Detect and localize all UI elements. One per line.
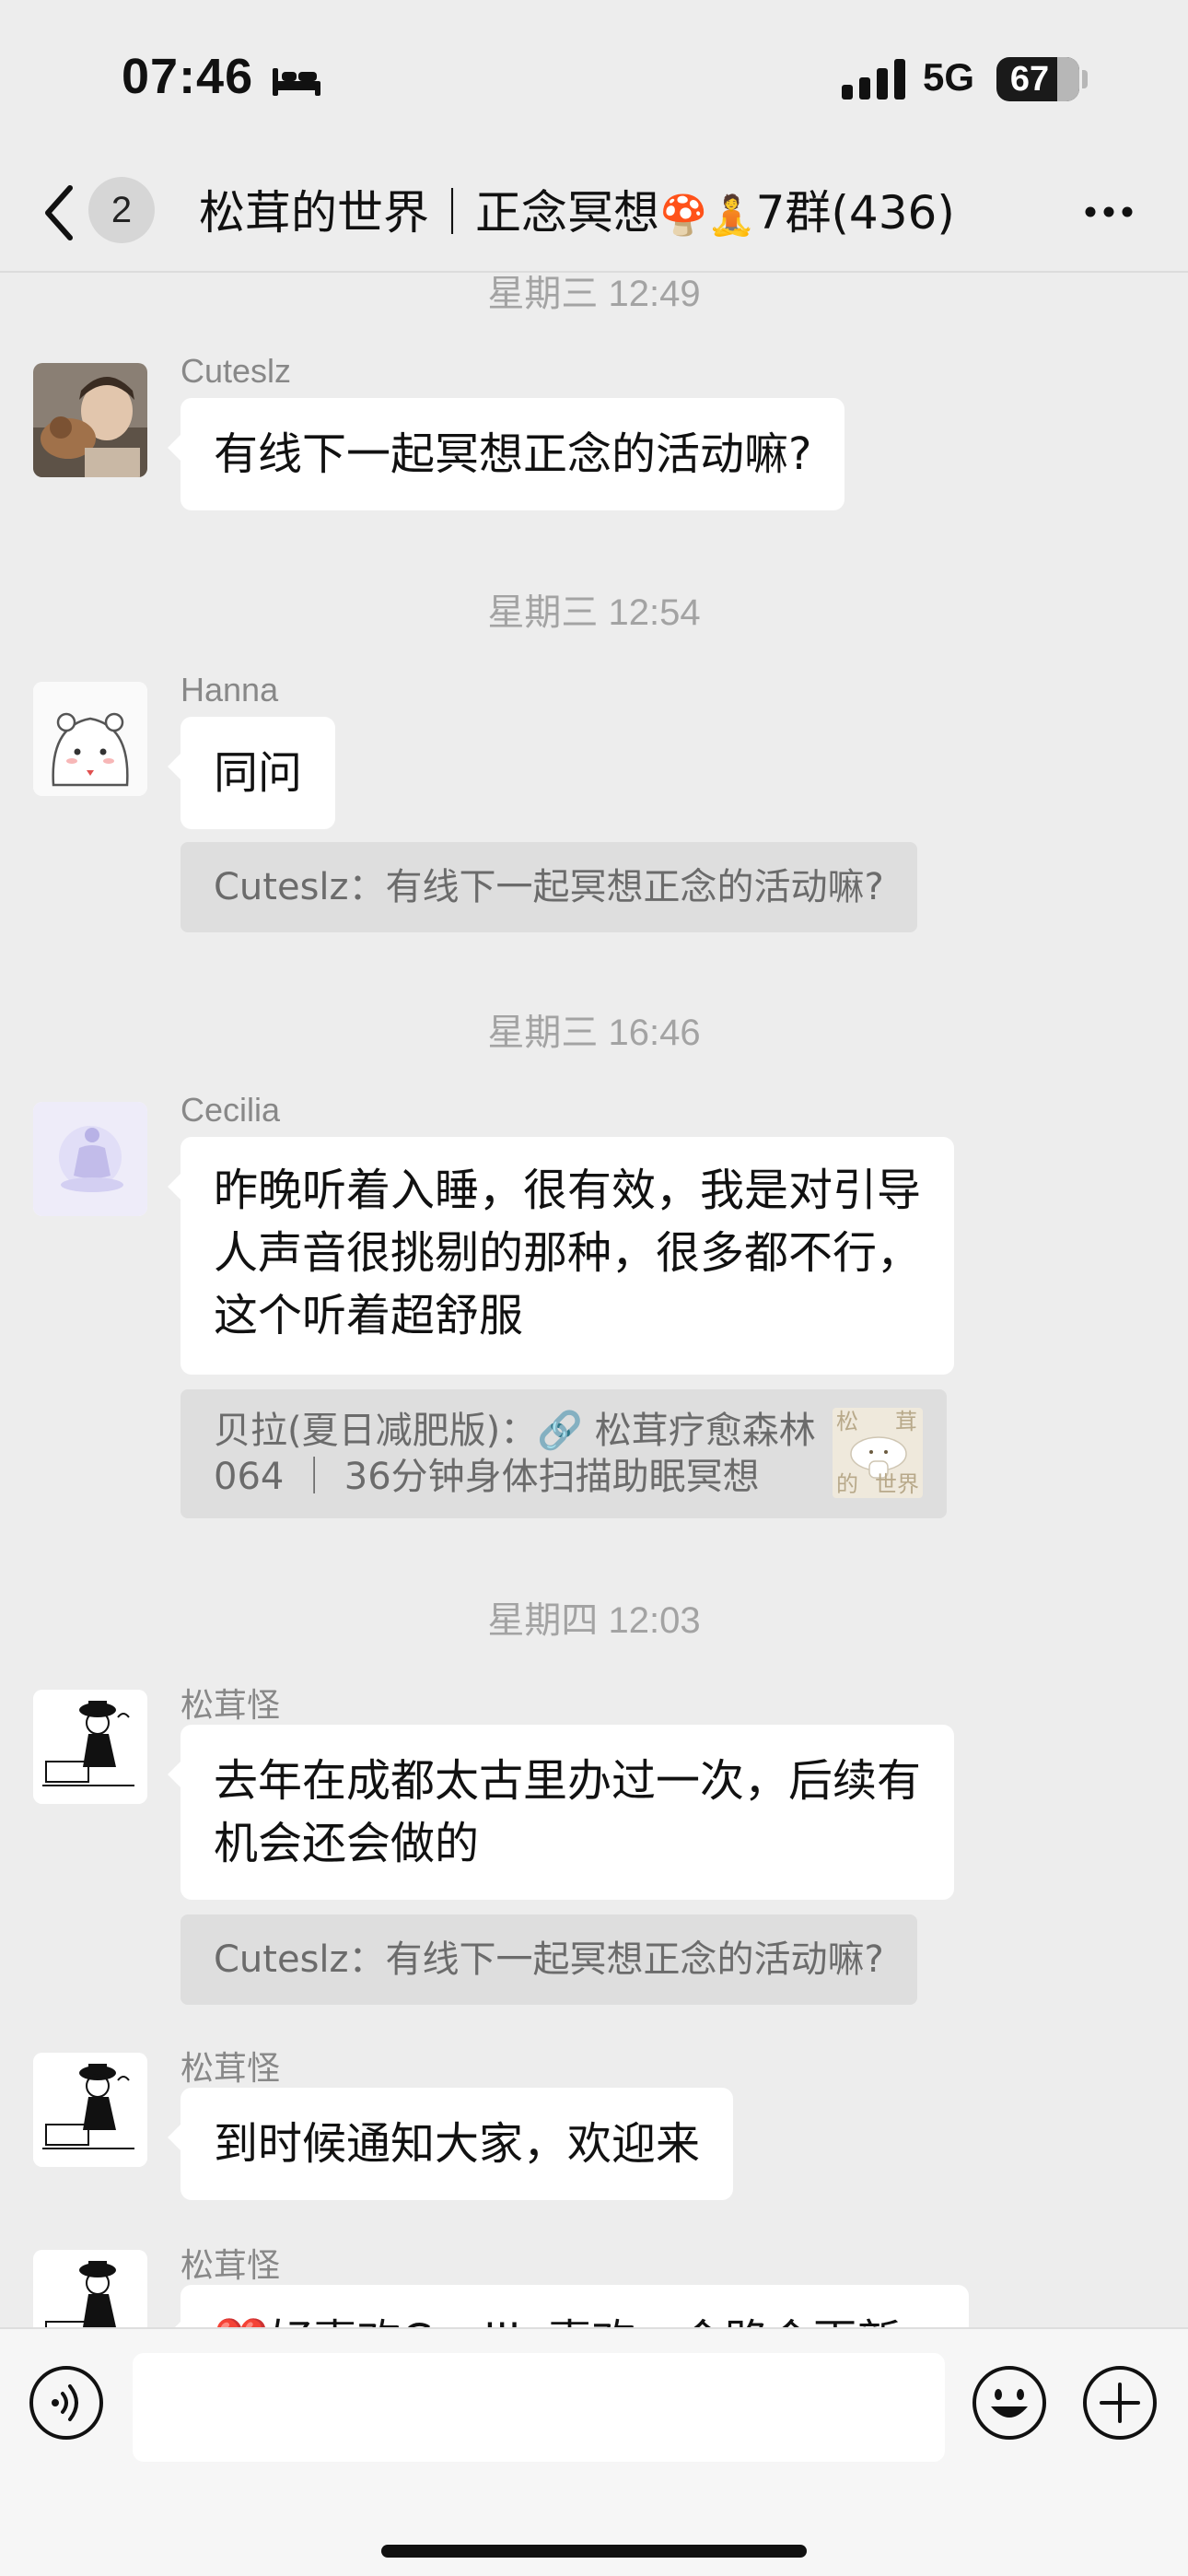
- message-bubble[interactable]: 同问: [167, 717, 336, 829]
- avatar[interactable]: [33, 1102, 147, 1216]
- message-text: 到时候通知大家，欢迎来: [214, 2118, 701, 2170]
- sender-name: Cecilia: [181, 1091, 281, 1129]
- avatar[interactable]: [33, 2053, 147, 2167]
- unread-count-badge[interactable]: 2: [88, 177, 155, 243]
- battery-level: 67: [1009, 59, 1050, 99]
- sender-name: 松茸怪: [181, 1686, 281, 1724]
- battery-tip: [1082, 70, 1088, 88]
- quoted-message[interactable]: 贝拉(夏日减肥版)：🔗 松茸疗愈森林 064 ｜ 36分钟身体扫描助眠冥想 松 …: [181, 1389, 947, 1518]
- home-indicator[interactable]: [381, 2545, 807, 2558]
- chat-title-count: 7群(436): [755, 186, 955, 240]
- message-text-line: 这个听着超舒服: [214, 1290, 524, 1341]
- chat-title: 松茸的世界｜正念冥想🍄🧘7群(436): [199, 181, 1028, 245]
- avatar[interactable]: [33, 363, 147, 477]
- thumb-label: 世界: [875, 1471, 919, 1497]
- message-text: 有线下一起冥想正念的活动嘛?: [214, 428, 812, 480]
- message-bubble[interactable]: 有线下一起冥想正念的活动嘛?: [167, 398, 845, 510]
- status-bar: 07:46 5G 67: [0, 0, 1188, 157]
- message-text-line: 人声音很挑剔的那种，很多都不行，: [214, 1227, 922, 1279]
- cellular-signal-icon: [842, 59, 905, 100]
- quoted-message[interactable]: Cuteslz：有线下一起冥想正念的活动嘛?: [181, 842, 917, 932]
- smiley-icon[interactable]: [971, 2364, 1048, 2441]
- thumb-label: 茸: [895, 1409, 917, 1434]
- message-bubble[interactable]: 到时候通知大家，欢迎来: [167, 2088, 734, 2200]
- quote-text-line: 064 ｜ 36分钟身体扫描助眠冥想: [214, 1456, 760, 1498]
- sender-name: Cuteslz: [181, 352, 292, 390]
- message-bubble[interactable]: 昨晚听着入睡，很有效，我是对引导 人声音很挑剔的那种，很多都不行， 这个听着超舒…: [167, 1137, 955, 1375]
- voice-icon[interactable]: [28, 2364, 105, 2441]
- message-timestamp: 星期三 16:46: [487, 1013, 701, 1053]
- message-list[interactable]: 星期三 12:49 Cuteslz 有线下一起冥想正念的活动嘛? 星期三 12:…: [0, 275, 1188, 2327]
- sender-name: 松茸怪: [181, 2049, 281, 2087]
- chat-header: 2 松茸的世界｜正念冥想🍄🧘7群(436): [0, 157, 1188, 273]
- sender-name: Hanna: [181, 671, 279, 708]
- quote-text: Cuteslz：有线下一起冥想正念的活动嘛?: [214, 866, 884, 908]
- sender-name: 松茸怪: [181, 2246, 281, 2284]
- message-timestamp: 星期三 12:54: [487, 592, 701, 633]
- quoted-message[interactable]: Cuteslz：有线下一起冥想正念的活动嘛?: [181, 1914, 917, 2005]
- avatar[interactable]: [33, 2250, 147, 2327]
- avatar[interactable]: [33, 682, 147, 796]
- network-type: 5G: [923, 55, 975, 99]
- bed-icon: [273, 68, 320, 96]
- chat-title-emoji: 🍄🧘: [659, 193, 756, 238]
- quote-text-line: 贝拉(夏日减肥版)：🔗 松茸疗愈森林: [214, 1410, 816, 1452]
- quote-text: Cuteslz：有线下一起冥想正念的活动嘛?: [214, 1938, 884, 1981]
- message-timestamp: 星期四 12:03: [487, 1600, 701, 1641]
- avatar[interactable]: [33, 1690, 147, 1804]
- quote-thumbnail: 松 茸 的 世界: [833, 1408, 923, 1498]
- message-timestamp: 星期三 12:49: [487, 275, 701, 314]
- more-dots-icon[interactable]: [1083, 203, 1135, 221]
- message-bubble[interactable]: ❤️好喜欢Cecilia喜欢，会路会更新: [168, 2285, 969, 2327]
- status-time: 07:46: [122, 49, 254, 104]
- message-text-line: 机会还会做的: [214, 1818, 480, 1869]
- thumb-label: 松: [836, 1409, 858, 1434]
- message-text: 同问: [214, 747, 303, 799]
- chat-title-text: 松茸的世界｜正念冥想: [199, 186, 659, 240]
- input-bar: [0, 2327, 1188, 2576]
- message-text-line: 昨晚听着入睡，很有效，我是对引导: [214, 1165, 922, 1216]
- plus-icon[interactable]: [1081, 2364, 1159, 2441]
- message-bubble[interactable]: 去年在成都太古里办过一次，后续有 机会还会做的: [167, 1725, 955, 1900]
- message-text: ❤️好喜欢Cecilia喜欢，会路会更新: [214, 2310, 936, 2327]
- thumb-label: 的: [836, 1471, 858, 1497]
- chevron-left-icon[interactable]: [41, 181, 77, 245]
- battery-icon: 67: [996, 57, 1079, 101]
- message-input[interactable]: [133, 2353, 945, 2462]
- message-text-line: 去年在成都太古里办过一次，后续有: [214, 1755, 922, 1807]
